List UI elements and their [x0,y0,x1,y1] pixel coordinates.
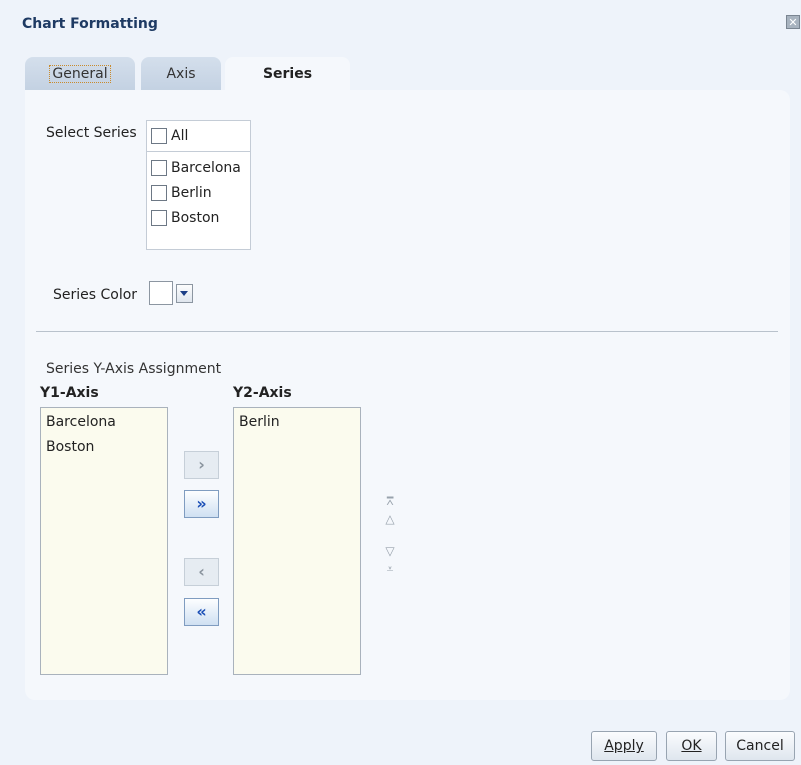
berlin-checkbox[interactable] [151,185,167,201]
close-icon[interactable]: ✕ [786,15,800,29]
barcelona-label: Barcelona [171,160,241,176]
series-color-label: Series Color [53,287,138,303]
all-checkbox[interactable] [151,128,167,144]
apply-button-label: Apply [604,738,644,754]
y1-axis-list[interactable]: Barcelona Boston [40,407,168,675]
berlin-label: Berlin [171,185,212,201]
select-series-list: All Barcelona Berlin Boston [146,120,251,250]
series-color-swatch[interactable] [149,281,173,305]
list-item[interactable]: Boston [46,439,94,455]
move-all-button[interactable]: » [184,490,219,518]
apply-button[interactable]: Apply [591,731,657,761]
list-item[interactable]: Barcelona [46,414,116,430]
select-series-label: Select Series [46,125,137,141]
all-row[interactable]: All [147,121,250,152]
all-label: All [171,128,189,144]
barcelona-checkbox[interactable] [151,160,167,176]
boston-label: Boston [171,210,220,226]
tab-axis[interactable]: Axis [141,57,221,91]
y2-axis-title: Y2-Axis [233,385,292,401]
tab-series[interactable]: Series [225,57,350,91]
cancel-button[interactable]: Cancel [725,731,795,761]
remove-button[interactable]: ‹ [184,558,219,586]
tab-general[interactable]: General [25,57,135,91]
ok-button-label: OK [681,738,702,754]
dialog-title: Chart Formatting [22,16,158,32]
move-top-icon[interactable]: ⩞ [382,494,398,508]
list-item[interactable]: Berlin [239,414,280,430]
series-color-dropdown[interactable] [176,284,193,303]
y1-axis-title: Y1-Axis [40,385,99,401]
move-up-icon[interactable]: △ [382,512,398,526]
assignment-title: Series Y-Axis Assignment [46,361,222,377]
boston-checkbox[interactable] [151,210,167,226]
ok-button[interactable]: OK [666,731,717,761]
remove-all-button[interactable]: « [184,598,219,626]
move-bottom-icon[interactable]: ⩡ [382,562,398,576]
y2-axis-list[interactable]: Berlin [233,407,361,675]
move-button[interactable]: › [184,451,219,479]
move-down-icon[interactable]: ▽ [382,544,398,558]
divider [36,331,778,332]
tab-general-label: General [49,65,111,83]
